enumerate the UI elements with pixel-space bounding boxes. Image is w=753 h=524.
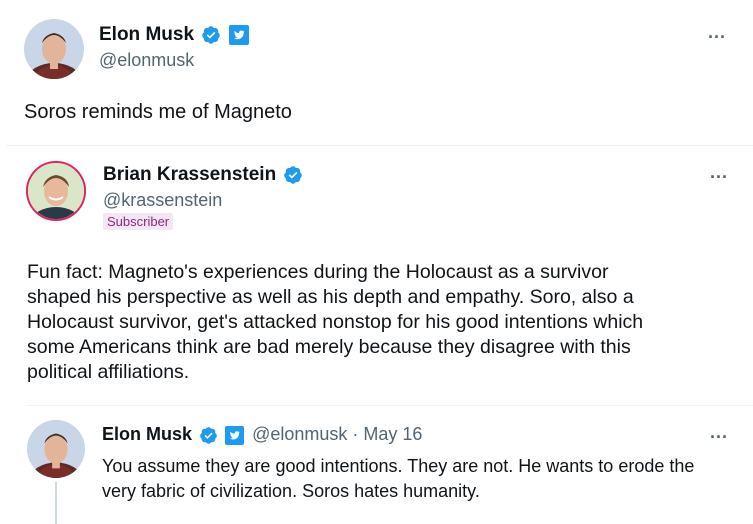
tweet-text-line: shaped his perspective as well as his de… xyxy=(27,286,634,308)
author-name[interactable]: Elon Musk xyxy=(102,424,192,444)
tweet-krassenstein: Brian Krassenstein @krassenstein Subscri… xyxy=(0,146,753,406)
tweet-elon-1: Elon Musk @elonmusk ... Soros reminds me… xyxy=(0,0,753,140)
tweet-text-line: You assume they are good intentions. The… xyxy=(102,456,695,476)
tweet-text-line: some Americans think are bad merely beca… xyxy=(27,336,631,358)
more-options-icon[interactable]: ... xyxy=(708,22,726,43)
tweet-text: Fun fact: Magneto's experiences during t… xyxy=(27,260,643,385)
author-handle[interactable]: @krassenstein xyxy=(103,190,222,211)
author-handle[interactable]: @elonmusk xyxy=(99,50,194,71)
subscriber-badge: Subscriber xyxy=(103,213,174,230)
tweet-text-line: very fabric of civilization. Soros hates… xyxy=(102,481,480,501)
tweet-text-line: political affiliations. xyxy=(27,361,190,383)
more-options-icon[interactable]: ... xyxy=(710,422,728,443)
thread-line xyxy=(55,482,57,524)
avatar-brian-krassenstein[interactable] xyxy=(26,161,86,221)
tweet-elon-reply: Elon Musk @elonmusk · May 16 ... You ass… xyxy=(0,406,753,524)
twitter-bird-badge-icon xyxy=(228,24,249,45)
verified-badge-icon xyxy=(284,166,303,184)
author-name-text[interactable]: Brian Krassenstein xyxy=(103,164,276,185)
twitter-bird-badge-icon xyxy=(225,425,245,445)
tweet-text-line: Fun fact: Magneto's experiences during t… xyxy=(27,261,609,283)
author-row: Elon Musk @elonmusk · May 16 xyxy=(102,424,422,445)
more-options-icon[interactable]: ... xyxy=(710,162,728,183)
tweet-date[interactable]: · May 16 xyxy=(352,424,422,444)
author-name-text[interactable]: Elon Musk xyxy=(99,24,194,45)
avatar-elon-musk[interactable] xyxy=(27,420,85,478)
tweet-text: You assume they are good intentions. The… xyxy=(102,454,694,504)
avatar-elon-musk[interactable] xyxy=(24,19,84,79)
author-name[interactable]: Elon Musk xyxy=(99,24,249,46)
verified-badge-icon xyxy=(200,426,217,444)
author-handle[interactable]: @elonmusk xyxy=(252,424,347,444)
author-name[interactable]: Brian Krassenstein xyxy=(103,164,303,186)
tweet-text: Soros reminds me of Magneto xyxy=(24,101,292,123)
verified-badge-icon xyxy=(202,26,221,44)
tweet-text-line: Holocaust survivor, get's attacked nonst… xyxy=(27,311,644,333)
